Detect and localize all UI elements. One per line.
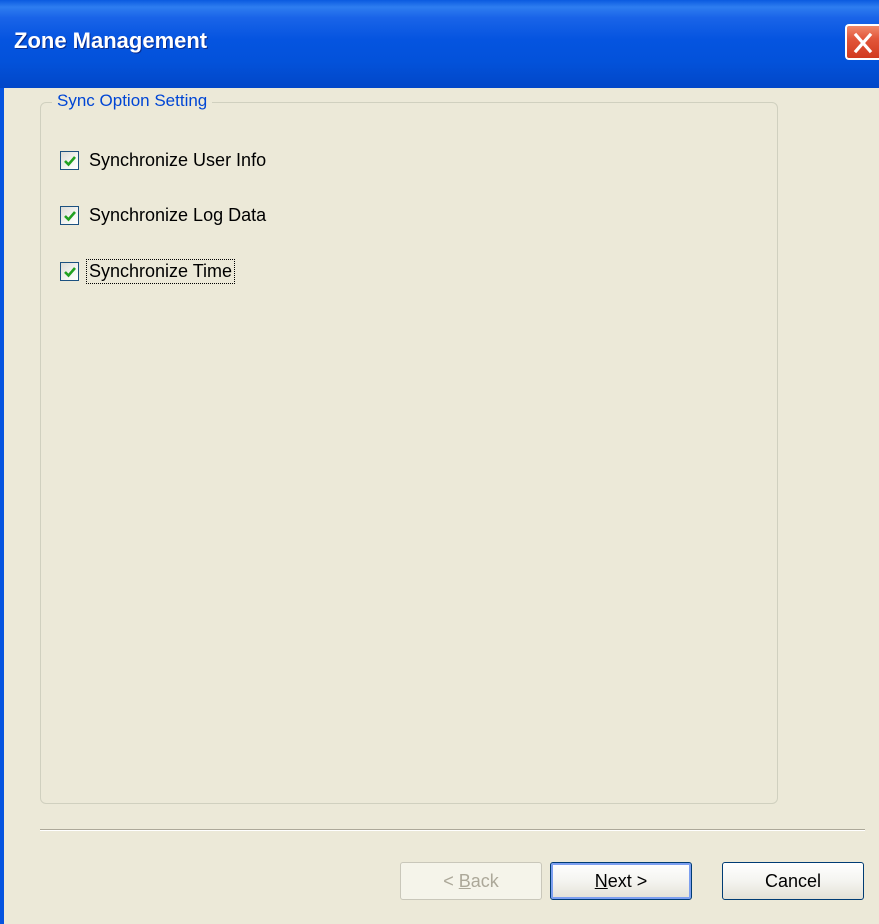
cancel-button[interactable]: Cancel [722,862,864,900]
group-legend: Sync Option Setting [52,91,213,111]
sync-log-data-checkbox[interactable] [60,205,79,225]
title-bar[interactable]: Zone Management [0,0,879,88]
button-separator [40,829,865,831]
back-button-prefix: < [443,870,459,891]
cancel-button-label: Cancel [764,870,822,891]
check-mark-icon [64,266,76,277]
close-button[interactable] [845,24,879,60]
sync-user-info-label[interactable]: Synchronize User Info [87,149,268,172]
next-button[interactable]: Next > [550,862,692,900]
sync-log-data-option[interactable]: Synchronize Log Data [60,202,268,228]
zone-management-dialog: Zone Management Sync Option Setting Sync… [0,0,879,924]
check-mark-icon [64,210,76,221]
sync-user-info-option[interactable]: Synchronize User Info [60,147,268,173]
sync-log-data-label[interactable]: Synchronize Log Data [87,204,268,227]
back-button[interactable]: < Back [400,862,542,900]
window-title: Zone Management [14,28,208,53]
sync-user-info-checkbox[interactable] [60,150,79,170]
next-button-mnemonic: N [594,870,608,891]
window-left-border [0,88,4,924]
back-button-mnemonic: B [458,870,471,891]
back-button-rest: ack [470,870,499,891]
next-button-rest: ext > [607,870,648,891]
sync-time-option[interactable]: Synchronize Time [60,258,236,284]
sync-time-checkbox[interactable] [60,261,79,281]
sync-time-label[interactable]: Synchronize Time [85,258,236,284]
check-mark-icon [64,155,76,166]
close-icon [853,32,873,54]
